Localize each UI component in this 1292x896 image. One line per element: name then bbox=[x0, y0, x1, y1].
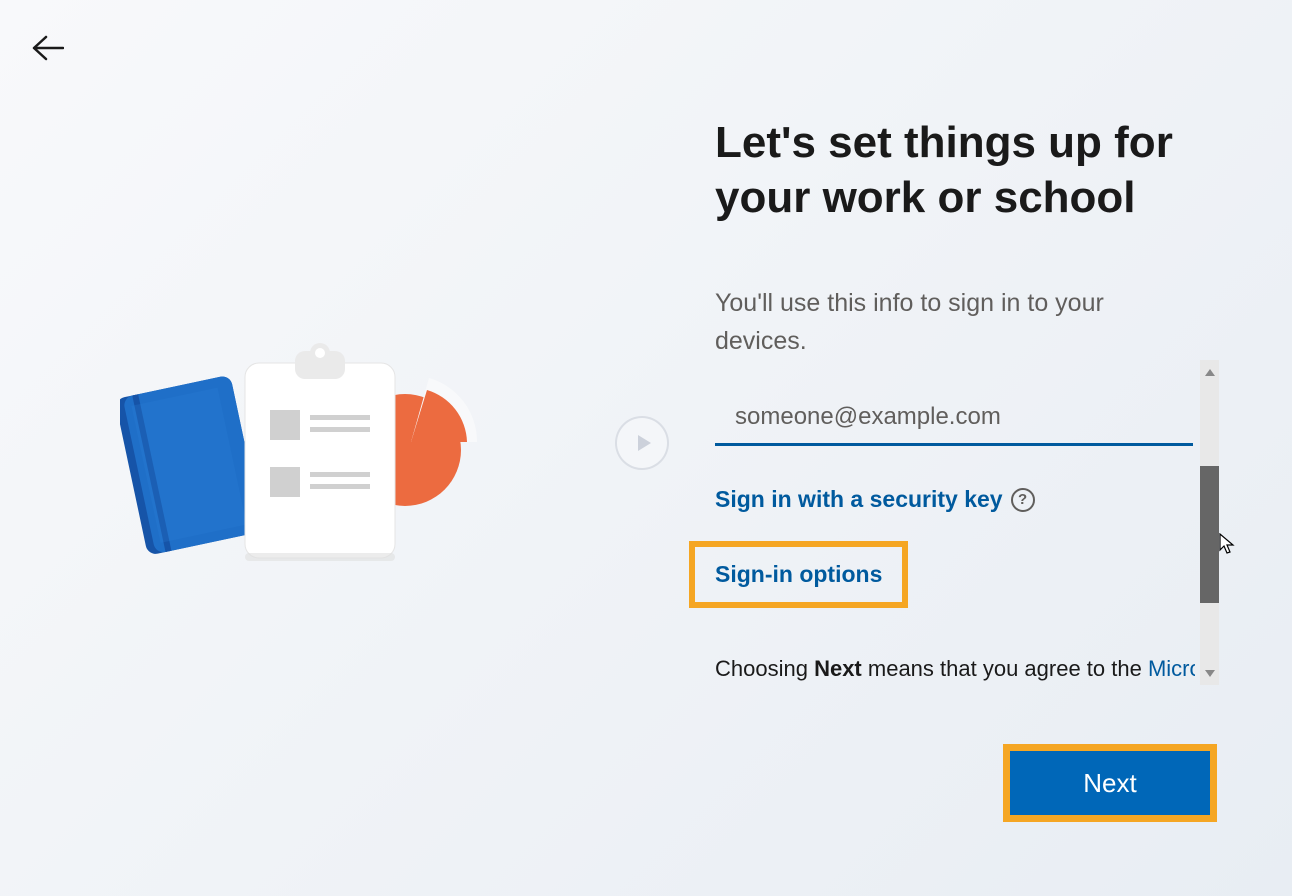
main-content: Let's set things up for your work or sch… bbox=[715, 115, 1205, 608]
chevron-up-icon bbox=[1205, 369, 1215, 376]
help-icon[interactable]: ? bbox=[1011, 488, 1035, 512]
scrollbar-up-button[interactable] bbox=[1200, 364, 1219, 380]
back-button[interactable] bbox=[28, 28, 68, 68]
scrollbar[interactable] bbox=[1200, 360, 1219, 685]
play-button[interactable] bbox=[615, 416, 669, 470]
email-input[interactable] bbox=[715, 395, 1193, 446]
chevron-down-icon bbox=[1205, 670, 1215, 677]
play-icon bbox=[638, 435, 651, 451]
agreement-middle: means that you agree to the bbox=[862, 656, 1148, 681]
scrollbar-thumb[interactable] bbox=[1200, 466, 1219, 603]
agreement-prefix: Choosing bbox=[715, 656, 814, 681]
setup-illustration bbox=[120, 335, 510, 565]
back-arrow-icon bbox=[32, 35, 64, 61]
agreement-text: Choosing Next means that you agree to th… bbox=[715, 656, 1195, 682]
agreement-bold: Next bbox=[814, 656, 862, 681]
agreement-link[interactable]: Micro bbox=[1148, 656, 1195, 681]
next-button[interactable]: Next bbox=[1010, 751, 1210, 815]
signin-options-link[interactable]: Sign-in options bbox=[715, 561, 882, 587]
cursor-icon bbox=[1219, 533, 1237, 562]
page-subtitle: You'll use this info to sign in to your … bbox=[715, 285, 1175, 360]
scrollbar-down-button[interactable] bbox=[1200, 665, 1219, 681]
signin-options-highlight: Sign-in options bbox=[689, 541, 908, 608]
security-key-link[interactable]: Sign in with a security key bbox=[715, 486, 1003, 513]
page-heading: Let's set things up for your work or sch… bbox=[715, 115, 1205, 225]
next-button-highlight: Next bbox=[1003, 744, 1217, 822]
